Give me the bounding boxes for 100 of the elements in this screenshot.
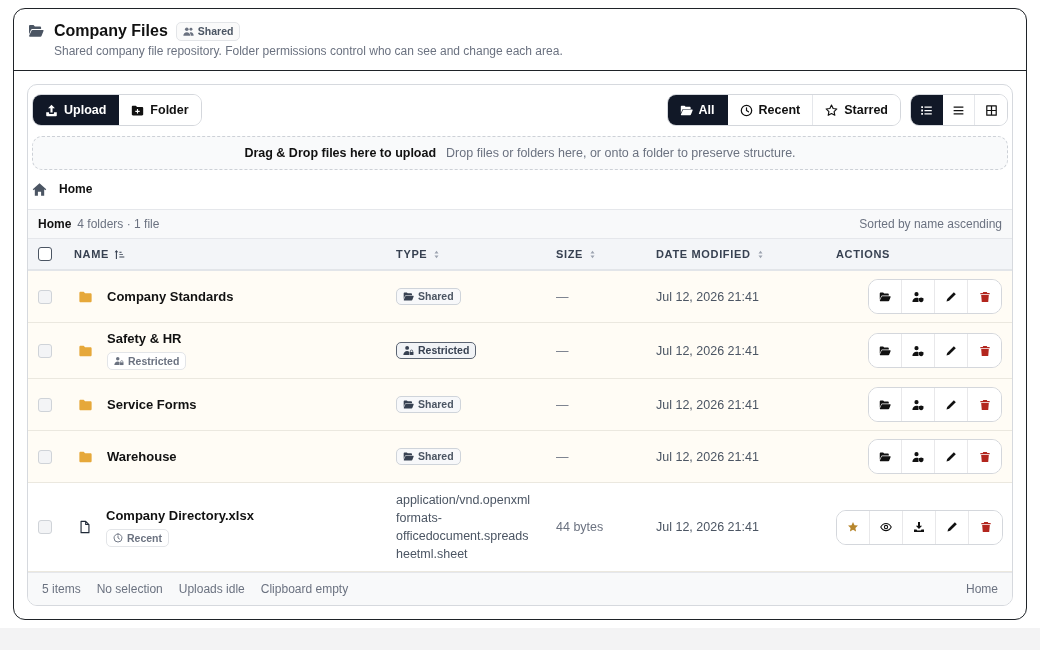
open-button[interactable] [869, 280, 902, 314]
modified-date: Jul 12, 2026 21:41 [656, 397, 759, 412]
page-description: Shared company file repository. Folder permissions control who can see and change each area. [54, 44, 564, 59]
modified-date: Jul 12, 2026 21:41 [656, 343, 759, 358]
modified-date: Jul 12, 2026 21:41 [656, 449, 759, 464]
upload-icon [45, 103, 58, 117]
current-folder-label: Home [38, 216, 72, 231]
open-button[interactable] [869, 440, 902, 474]
trash-icon [978, 290, 991, 303]
row-checkbox[interactable] [38, 289, 52, 304]
file-name[interactable]: Company Standards [107, 288, 234, 305]
breadcrumb-link[interactable]: Home [59, 182, 93, 197]
user-shield-icon [912, 290, 924, 303]
user-shield-icon [912, 398, 924, 411]
star-icon [825, 103, 839, 117]
open-folder-icon [403, 399, 414, 411]
home-icon [32, 181, 47, 197]
status-item: 5 items [42, 582, 81, 597]
file-size: 44 bytes [556, 520, 604, 535]
folder-icon [78, 343, 93, 358]
badge-label: Shared [418, 399, 454, 411]
sort-status: Sorted by name ascending [859, 216, 1002, 231]
column-header: ACTIONS [836, 248, 891, 261]
eye-icon [880, 521, 892, 534]
open-button[interactable] [869, 334, 902, 368]
row-checkbox[interactable] [38, 520, 52, 535]
drop-zone-hint: Drop files or folders here, or onto a folder to preserve structure. [446, 145, 796, 160]
table-row[interactable]: Safety & HR Restricted Restricted — Jul 12, 2026 21:41 [28, 323, 1012, 380]
trash-icon [978, 450, 991, 463]
star-button[interactable] [837, 510, 870, 544]
trash-icon [979, 521, 992, 534]
folder-icon [78, 289, 93, 304]
file-name[interactable]: Company Directory.xlsx [106, 507, 254, 524]
open-folder-icon [879, 450, 891, 463]
table-row[interactable]: Service Forms Shared — Jul 12, 2026 21:41 [28, 379, 1012, 432]
open-button[interactable] [869, 388, 902, 422]
file-name[interactable]: Service Forms [107, 396, 197, 413]
row-checkbox[interactable] [38, 397, 52, 412]
file-size: — [556, 289, 569, 304]
folder-icon [78, 449, 93, 464]
trash-icon [978, 344, 991, 357]
file-name[interactable]: Safety & HR [107, 331, 182, 348]
pencil-icon [946, 521, 958, 534]
user-shield-icon [912, 450, 924, 463]
table-row[interactable]: Warehouse Shared — Jul 12, 2026 21:41 [28, 431, 1012, 484]
bulleted-list-icon [920, 103, 933, 117]
file-size: — [556, 449, 569, 464]
status-item: No selection [96, 582, 163, 597]
pencil-icon [945, 398, 957, 411]
open-folder-icon [879, 398, 891, 411]
badge-label: Shared [418, 451, 454, 463]
select-all-checkbox[interactable] [38, 247, 52, 262]
open-folder-icon [679, 103, 693, 117]
tag-label: Restricted [128, 355, 180, 368]
folder-icon [78, 397, 93, 412]
modified-date: Jul 12, 2026 21:41 [656, 520, 759, 535]
grid-icon [984, 103, 998, 117]
file-size: — [556, 397, 569, 412]
pencil-icon [945, 344, 957, 357]
column-header[interactable]: NAME [74, 248, 126, 261]
drop-zone[interactable]: Drag & Drop files here to upload Drop files or folders here, or onto a folder to preserve structure. [32, 136, 1008, 170]
table-row[interactable]: Company Standards Shared — Jul 12, 2026 21:41 [28, 271, 1012, 324]
folder-plus-icon [131, 103, 145, 117]
upload-button[interactable]: Upload [33, 95, 120, 125]
clock-icon [113, 532, 123, 543]
user-shield-icon [912, 344, 924, 357]
row-checkbox[interactable] [38, 449, 52, 464]
user-lock-icon [114, 356, 124, 367]
tag-label: Recent [127, 531, 162, 544]
open-folder-icon [879, 290, 891, 303]
file-size: — [556, 343, 569, 358]
modified-date: Jul 12, 2026 21:41 [656, 289, 759, 304]
users-icon [182, 25, 194, 37]
filter-tab[interactable]: All [667, 95, 728, 125]
drop-zone-title: Drag & Drop files here to upload [244, 145, 437, 160]
item-count: 4 folders · 1 file [77, 216, 160, 231]
file-name[interactable]: Warehouse [107, 448, 177, 465]
user-lock-icon [403, 345, 414, 357]
column-header[interactable]: TYPE [396, 248, 442, 261]
badge-label: Shared [418, 291, 454, 303]
open-folder-icon [28, 23, 44, 39]
badge-label: Shared [197, 24, 234, 38]
status-item: Uploads idle [178, 582, 245, 597]
trash-icon [978, 398, 991, 411]
status-item: Clipboard empty [260, 582, 349, 597]
pencil-icon [945, 450, 957, 463]
badge-label: Restricted [418, 345, 470, 357]
column-header[interactable]: SIZE [556, 248, 598, 261]
open-folder-icon [879, 344, 891, 357]
download-icon [913, 521, 925, 534]
row-checkbox[interactable] [38, 343, 52, 358]
mime-type: application/vnd.openxmlformats-officedocument.spreadsheetml.sheet [396, 492, 532, 564]
pencil-icon [945, 290, 957, 303]
column-header[interactable]: DATE MODIFIED [656, 248, 765, 261]
view-toggle[interactable] [911, 95, 943, 125]
clock-icon [739, 103, 753, 117]
open-folder-icon [403, 291, 414, 303]
file-icon [78, 519, 92, 536]
open-folder-icon [403, 451, 414, 463]
status-location: Home [966, 582, 998, 597]
